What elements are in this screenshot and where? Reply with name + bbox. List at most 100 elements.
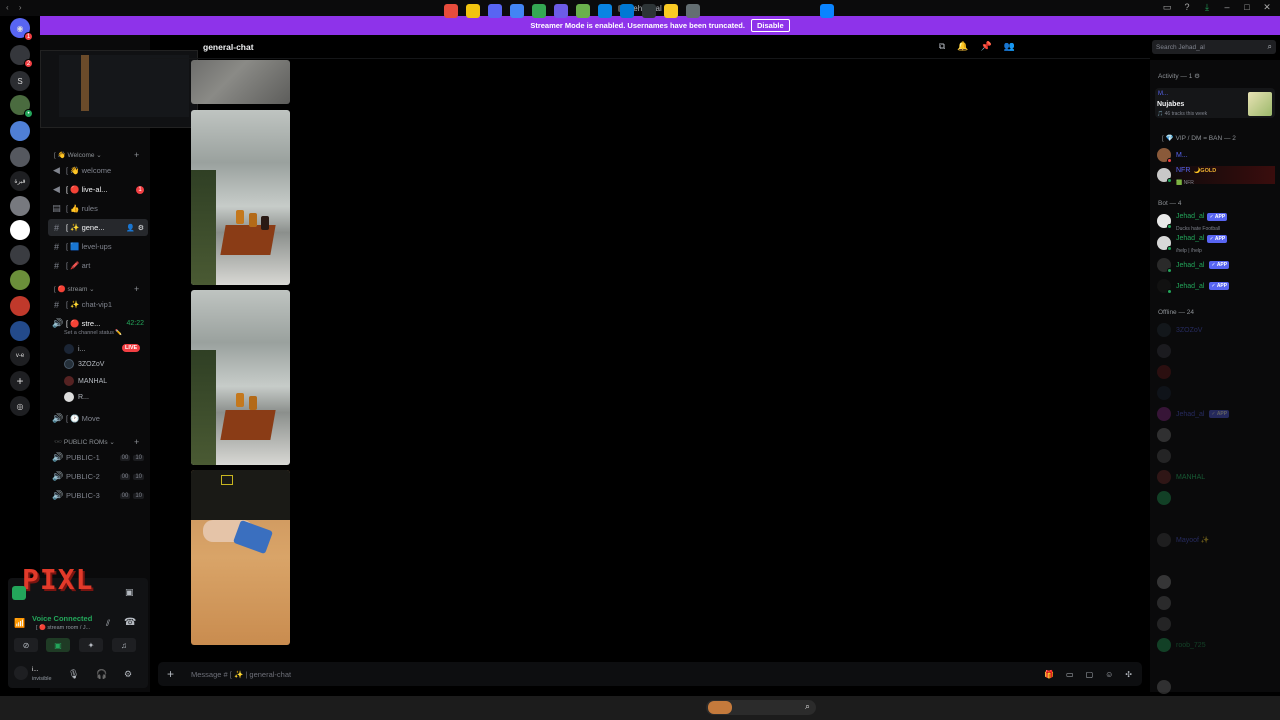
stream-preview-icon[interactable]: ▣ bbox=[125, 587, 134, 598]
member-row[interactable]: Jehad_al ✓ APP/help | /help bbox=[1157, 234, 1228, 254]
voice-user[interactable]: MANHAL bbox=[64, 376, 107, 386]
app-icon[interactable] bbox=[444, 4, 458, 18]
activity-card[interactable]: M... Nujabes 🎵 46 tracks this week bbox=[1155, 88, 1275, 118]
server-icon[interactable]: v-e bbox=[10, 346, 30, 366]
member-row[interactable]: Mayoof ✨ bbox=[1157, 531, 1210, 549]
app-icon[interactable] bbox=[598, 4, 612, 18]
member-row[interactable] bbox=[1157, 384, 1171, 402]
discover-icon[interactable]: ◎ bbox=[10, 396, 30, 416]
channel-live[interactable]: ◀ [ 🔴 live-al... 1 bbox=[48, 181, 148, 198]
server-icon[interactable]: 2 bbox=[10, 45, 33, 68]
plus-icon[interactable]: + bbox=[134, 150, 139, 160]
sticker-icon[interactable]: ▢ bbox=[1086, 670, 1094, 679]
server-icon[interactable]: قبرة bbox=[10, 171, 30, 191]
channel-welcome[interactable]: ◀ [ 👋 welcome bbox=[48, 162, 148, 179]
activities-icon[interactable]: ✦ bbox=[79, 638, 103, 652]
server-icon[interactable] bbox=[10, 220, 30, 240]
member-row[interactable]: roob_725 bbox=[1157, 636, 1206, 654]
category-public[interactable]: 🕶️ PUBLIC ROMs ⌄ + bbox=[54, 437, 139, 447]
maximize-icon[interactable]: □ bbox=[1242, 2, 1252, 13]
gift-icon[interactable]: 🎁 bbox=[1044, 670, 1054, 679]
voice-channel-move[interactable]: 🔊[ 🕐 Move bbox=[48, 410, 148, 427]
gif-icon[interactable]: ▭ bbox=[1066, 670, 1074, 679]
download-icon[interactable]: ⤓ bbox=[1202, 2, 1212, 13]
edge-icon[interactable] bbox=[620, 4, 634, 18]
server-icon[interactable] bbox=[10, 296, 30, 316]
apps-icon[interactable]: ✣ bbox=[1125, 670, 1132, 679]
member-list-icon[interactable]: 👥 bbox=[1004, 41, 1015, 52]
soundboard-icon[interactable]: ♫ bbox=[112, 638, 136, 652]
nav-arrows[interactable]: ‹ › bbox=[6, 3, 26, 12]
server-icon[interactable] bbox=[10, 147, 30, 167]
disable-button[interactable]: Disable bbox=[750, 19, 790, 32]
server-icon[interactable] bbox=[10, 121, 30, 141]
message-image[interactable] bbox=[191, 470, 290, 645]
member-row[interactable] bbox=[1157, 615, 1171, 633]
member-row[interactable]: Jehad_al ✓ APP bbox=[1157, 256, 1230, 274]
message-image[interactable] bbox=[191, 290, 290, 465]
minimize-icon[interactable]: – bbox=[1222, 2, 1232, 13]
channel-chatvip[interactable]: # [ ✨ chat-vip1 bbox=[48, 296, 148, 313]
discord-icon[interactable] bbox=[488, 4, 502, 18]
member-row[interactable] bbox=[1157, 447, 1171, 465]
server-icon[interactable]: S bbox=[10, 71, 30, 91]
emoji-icon[interactable]: ☺ bbox=[1105, 670, 1113, 679]
headphones-icon[interactable]: 🎧 bbox=[96, 669, 107, 680]
plus-icon[interactable]: + bbox=[134, 437, 139, 447]
member-row[interactable] bbox=[1157, 342, 1171, 360]
close-icon[interactable]: ✕ bbox=[1262, 2, 1272, 13]
gear-icon[interactable]: ⚙ bbox=[138, 224, 144, 232]
member-row[interactable]: 3ZOZoV bbox=[1157, 321, 1202, 339]
member-row[interactable] bbox=[1157, 678, 1171, 696]
member-row[interactable] bbox=[1157, 573, 1171, 591]
voice-channel-public2[interactable]: 🔊 PUBLIC-2 00 10 bbox=[48, 468, 148, 485]
message-image[interactable] bbox=[191, 110, 290, 285]
help-icon[interactable]: ? bbox=[1182, 2, 1192, 13]
member-row[interactable] bbox=[1157, 426, 1171, 444]
avatar[interactable] bbox=[14, 666, 28, 680]
voice-user[interactable]: R... bbox=[64, 392, 89, 402]
channel-rules[interactable]: ▤ [ 👍 rules bbox=[48, 200, 148, 217]
disconnect-icon[interactable]: ☎ bbox=[124, 617, 136, 628]
voice-connected-title[interactable]: Voice Connected bbox=[32, 614, 92, 623]
folder-icon[interactable] bbox=[664, 4, 678, 18]
discord-home-icon[interactable]: ◉ 1 bbox=[10, 18, 33, 41]
message-composer[interactable]: + Message # [ ✨ | general-chat 🎁 ▭ ▢ ☺ ✣ bbox=[158, 662, 1142, 686]
chrome-icon[interactable] bbox=[466, 4, 480, 18]
category-stream[interactable]: [ 🔴 stream ⌄ + bbox=[54, 284, 139, 294]
threads-icon[interactable]: ⧉ bbox=[939, 41, 945, 52]
app-icon[interactable] bbox=[554, 4, 568, 18]
server-icon[interactable] bbox=[10, 245, 30, 265]
channel-art[interactable]: # [ 🖍️ art bbox=[48, 257, 148, 274]
notification-icon[interactable]: 🔔 bbox=[957, 41, 968, 52]
store-icon[interactable] bbox=[642, 4, 656, 18]
member-row[interactable] bbox=[1157, 363, 1171, 381]
voice-channel-public1[interactable]: 🔊 PUBLIC-1 00 10 bbox=[48, 449, 148, 466]
windows-start-icon[interactable] bbox=[820, 4, 834, 18]
inbox-icon[interactable]: ▭ bbox=[1162, 2, 1172, 13]
member-row[interactable]: M... bbox=[1157, 146, 1188, 164]
camera-icon[interactable]: ⊘ bbox=[14, 638, 38, 652]
app-icon[interactable] bbox=[686, 4, 700, 18]
search-input[interactable]: Search Jehad_al ⌕ bbox=[1152, 40, 1276, 54]
chrome-icon[interactable] bbox=[532, 4, 546, 18]
message-image[interactable] bbox=[191, 60, 290, 104]
search-input[interactable]: ⌕ bbox=[706, 700, 816, 715]
voice-channel-public3[interactable]: 🔊 PUBLIC-3 00 10 bbox=[48, 487, 148, 504]
plus-icon[interactable]: + bbox=[167, 667, 174, 681]
member-row[interactable]: Jehad_al ✓ APP bbox=[1157, 405, 1230, 423]
screen-share-icon[interactable]: ▣ bbox=[46, 638, 70, 652]
invite-icon[interactable]: 👤 bbox=[126, 224, 135, 232]
server-icon[interactable] bbox=[10, 321, 30, 341]
member-row[interactable]: Jehad_al ✓ APP bbox=[1157, 277, 1230, 295]
member-row[interactable]: NFR 🌙GOLD 🟩 NFR bbox=[1157, 166, 1275, 186]
member-row[interactable]: Jehad_al ✓ APP Ducks hate Football bbox=[1157, 212, 1228, 232]
gear-icon[interactable]: ⚙ bbox=[124, 669, 132, 680]
avatar[interactable] bbox=[12, 586, 26, 600]
server-icon[interactable]: • bbox=[10, 95, 33, 118]
noise-suppression-icon[interactable]: ⫽ bbox=[106, 618, 110, 629]
chrome-icon[interactable] bbox=[510, 4, 524, 18]
stream-preview[interactable] bbox=[40, 50, 198, 128]
pin-icon[interactable]: 📌 bbox=[981, 41, 992, 52]
add-server-icon[interactable]: + bbox=[10, 371, 30, 391]
